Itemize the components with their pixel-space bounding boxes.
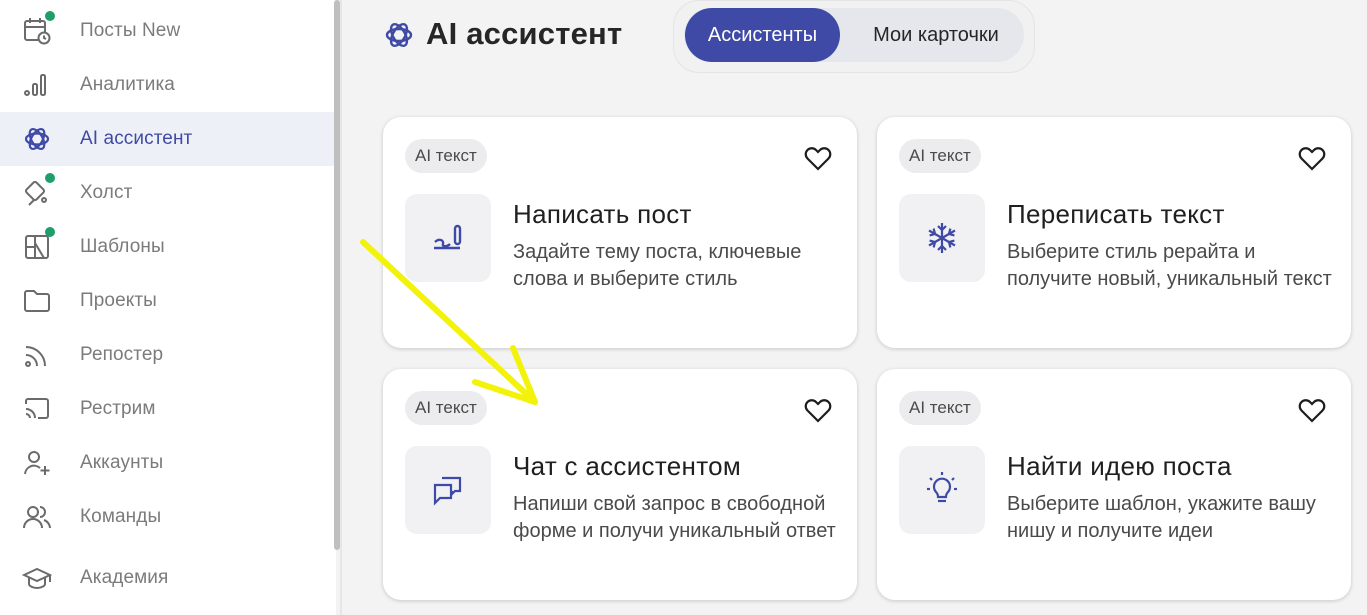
canvas-pen-icon [21, 173, 55, 209]
pen-write-icon [405, 194, 491, 282]
card-title: Переписать текст [1007, 199, 1225, 229]
heart-icon[interactable] [803, 143, 833, 173]
card-description: Выберите стиль рерайта и получите новый,… [1007, 241, 1332, 290]
folder-icon [21, 285, 53, 317]
card-badge: AI текст [405, 391, 487, 425]
sidebar-divider [340, 0, 342, 615]
sidebar-item-canvas[interactable]: Холст [0, 166, 336, 220]
heart-icon[interactable] [803, 395, 833, 425]
tab-my-cards[interactable]: Мои карточки [848, 8, 1024, 62]
graduation-cap-icon [21, 562, 53, 594]
sidebar-item-accounts[interactable]: Аккаунты [0, 436, 336, 490]
card-rewrite-text[interactable]: AI текст Переписать текст Выберите стиль… [877, 117, 1351, 348]
card-title: Написать пост [513, 199, 692, 229]
sidebar: Посты New Аналитика AI ассистент Холст Ш… [0, 0, 336, 615]
card-description: Выберите шаблон, укажите вашу нишу и пол… [1007, 493, 1316, 542]
sidebar-item-analytics[interactable]: Аналитика [0, 58, 336, 112]
users-icon [21, 501, 53, 533]
sidebar-item-label: Аналитика [80, 74, 175, 95]
card-find-post-idea[interactable]: AI текст Найти идею поста Выберите шабло… [877, 369, 1351, 600]
user-plus-icon [21, 447, 53, 479]
openai-logo-icon [383, 19, 415, 51]
sidebar-item-templates[interactable]: Шаблоны [0, 220, 336, 274]
sidebar-item-ai-assistant[interactable]: AI ассистент [0, 112, 336, 166]
sidebar-item-projects[interactable]: Проекты [0, 274, 336, 328]
page-title: AI ассистент [426, 16, 623, 51]
snowflake-icon [899, 194, 985, 282]
template-layout-icon [21, 227, 55, 263]
card-title: Найти идею поста [1007, 451, 1232, 481]
card-badge: AI текст [899, 391, 981, 425]
lightbulb-icon [899, 446, 985, 534]
card-badge: AI текст [405, 139, 487, 173]
sidebar-item-label: Холст [80, 182, 133, 203]
sidebar-item-label: Проекты [80, 290, 157, 311]
sidebar-item-label: AI ассистент [80, 128, 193, 149]
sidebar-item-label: Шаблоны [80, 236, 165, 257]
openai-logo-icon [21, 123, 53, 155]
cast-icon [21, 393, 53, 425]
sidebar-item-teams[interactable]: Команды [0, 490, 336, 544]
new-indicator-dot [45, 227, 55, 237]
rss-icon [21, 339, 53, 371]
sidebar-item-restream[interactable]: Рестрим [0, 382, 336, 436]
card-write-post[interactable]: AI текст Написать пост Задайте тему пост… [383, 117, 857, 348]
calendar-clock-icon [21, 11, 55, 47]
sidebar-item-label: Команды [80, 506, 162, 527]
heart-icon[interactable] [1297, 143, 1327, 173]
heart-icon[interactable] [1297, 395, 1327, 425]
sidebar-item-label: Аккаунты [80, 452, 164, 473]
sidebar-item-label: Академия [80, 567, 169, 588]
tab-assistants[interactable]: Ассистенты [685, 8, 840, 62]
card-badge: AI текст [899, 139, 981, 173]
bar-chart-icon [21, 69, 53, 101]
card-title: Чат с ассистентом [513, 451, 742, 481]
sidebar-item-label: Репостер [80, 344, 164, 365]
new-indicator-dot [45, 11, 55, 21]
sidebar-item-label: Рестрим [80, 398, 156, 419]
sidebar-item-reposter[interactable]: Репостер [0, 328, 336, 382]
sidebar-item-academy[interactable]: Академия [0, 551, 336, 605]
new-indicator-dot [45, 173, 55, 183]
chat-bubbles-icon [405, 446, 491, 534]
card-chat-assistant[interactable]: AI текст Чат с ассистентом Напиши свой з… [383, 369, 857, 600]
sidebar-item-posts[interactable]: Посты New [0, 4, 336, 58]
card-description: Напиши свой запрос в свободной форме и п… [513, 493, 836, 542]
sidebar-item-label: Посты New [80, 20, 181, 41]
card-description: Задайте тему поста, ключевые слова и выб… [513, 241, 802, 290]
